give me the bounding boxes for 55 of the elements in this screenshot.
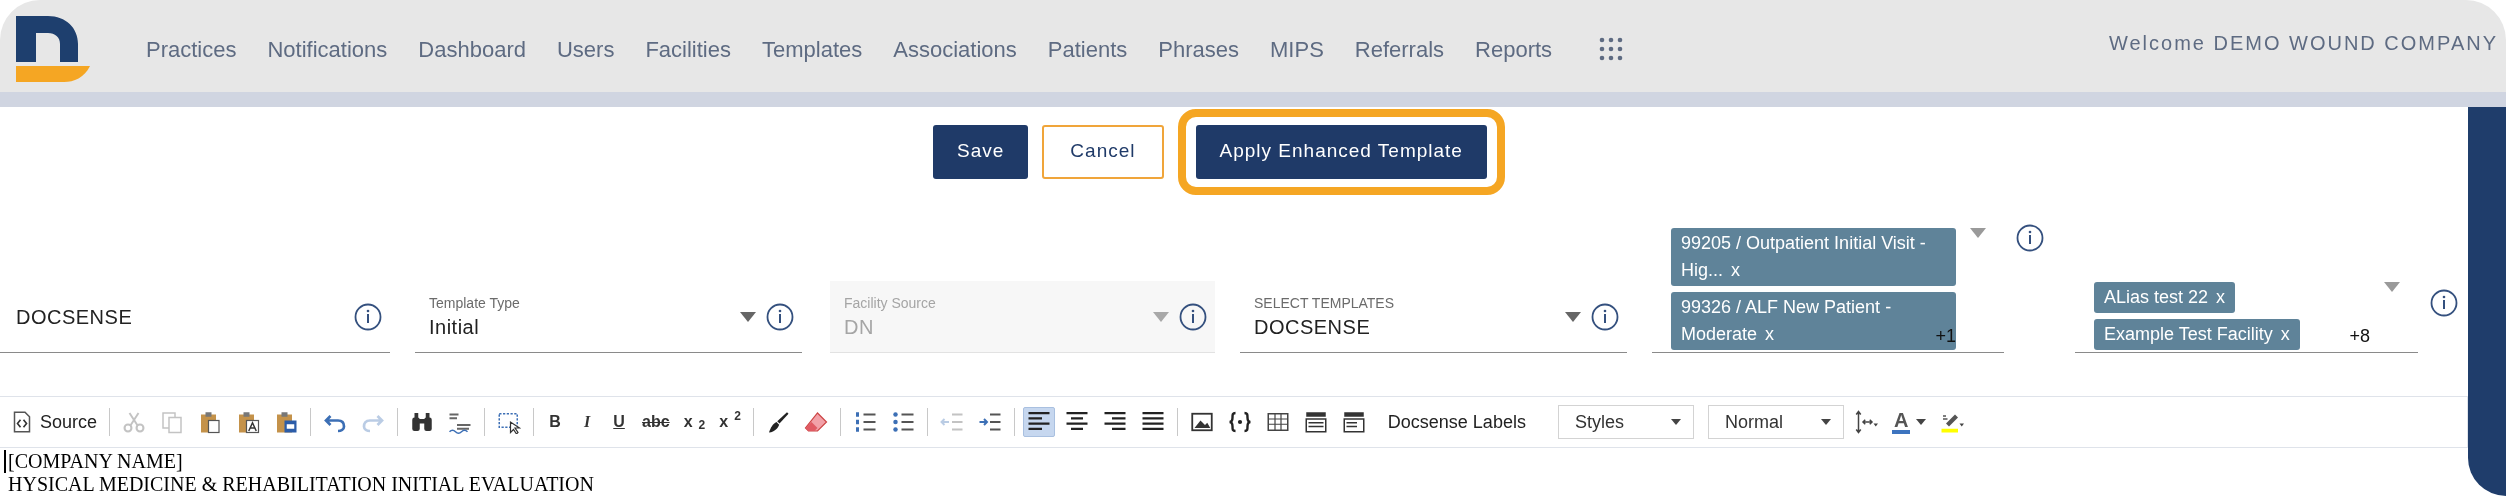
multi-select-field[interactable]: ALias test 22 x Example Test Facility x +8: [2075, 252, 2418, 353]
nav-link[interactable]: Templates: [762, 32, 863, 66]
dropdown-field[interactable]: Template Type Initial: [415, 281, 802, 353]
nav-link[interactable]: Users: [556, 32, 615, 66]
align-left-icon[interactable]: [1022, 407, 1055, 437]
nav-link[interactable]: Reports: [1475, 32, 1553, 66]
welcome-text: Welcome DEMO WOUND COMPANY: [2108, 31, 2498, 56]
apps-grid-icon[interactable]: [1599, 37, 1624, 61]
apply-template-button[interactable]: Apply Enhanced Template: [1195, 124, 1487, 179]
info-icon[interactable]: [1591, 302, 1619, 331]
multi-select-field[interactable]: 99205 / Outpatient Initial Visit - Hig... x 99326 / ALF New Patient - Moderate x +1: [1652, 224, 2004, 353]
script-button[interactable]: x$_{2}$: [679, 407, 710, 437]
text-color-button[interactable]: A: [1887, 407, 1931, 437]
nav-link[interactable]: Notifications: [267, 32, 388, 66]
labels-button[interactable]: Docsense Labels: [1383, 407, 1530, 437]
italic-button[interactable]: I: [574, 407, 601, 437]
dropdown-select[interactable]: Styles: [1557, 405, 1694, 439]
caret-icon[interactable]: [1916, 419, 1927, 425]
info-icon[interactable]: [766, 302, 794, 331]
nav-link[interactable]: Practices: [146, 32, 237, 66]
info-icon[interactable]: [2016, 224, 2044, 252]
underline-button[interactable]: U: [606, 407, 633, 437]
text-line: HYSICAL MEDICINE & REHABILITATION INITIAL EVALUATION: [8, 473, 595, 496]
nav-link[interactable]: Patients: [1047, 32, 1128, 66]
bold-button[interactable]: B: [542, 407, 569, 437]
cancel-button[interactable]: Cancel: [1042, 124, 1164, 179]
strikethrough-button[interactable]: abc: [638, 407, 674, 437]
save-button[interactable]: Save: [933, 124, 1029, 179]
text-field[interactable]: DOCSENSE: [0, 281, 390, 353]
caret-icon[interactable]: [740, 311, 756, 322]
scrollbar-thumb[interactable]: [2468, 107, 2506, 496]
source-button[interactable]: Source: [6, 407, 102, 437]
nav-link[interactable]: Referrals: [1354, 32, 1445, 66]
nav-link[interactable]: Facilities: [645, 32, 731, 66]
dropdown-field[interactable]: SELECT TEMPLATES DOCSENSE: [1240, 281, 1627, 353]
dropdown-select[interactable]: Normal: [1707, 405, 1844, 439]
chip[interactable]: Example Test Facility x: [2094, 319, 2300, 350]
more-count: +8: [2349, 325, 2370, 348]
remove-icon[interactable]: x: [2280, 324, 2290, 344]
nav-link[interactable]: MIPS: [1270, 32, 1324, 66]
caret-icon[interactable]: [1565, 311, 1581, 322]
info-icon[interactable]: [2430, 288, 2458, 317]
info-icon[interactable]: [354, 302, 382, 331]
nav-link[interactable]: Associations: [893, 32, 1017, 66]
script-button[interactable]: x$^{2}$: [715, 407, 745, 437]
caret-icon[interactable]: [1670, 419, 1681, 425]
chip[interactable]: 99205 / Outpatient Initial Visit - Hig... x: [1671, 228, 1956, 286]
remove-icon[interactable]: x: [1731, 260, 1740, 280]
caret-icon[interactable]: [1820, 419, 1831, 425]
remove-icon[interactable]: x: [2216, 287, 2226, 307]
nav-link[interactable]: Dashboard: [418, 32, 526, 66]
chip[interactable]: ALias test 22 x: [2094, 282, 2236, 313]
nav-link[interactable]: Phrases: [1158, 32, 1239, 66]
remove-icon[interactable]: x: [1765, 324, 1775, 344]
more-count: +1: [1935, 325, 1956, 348]
